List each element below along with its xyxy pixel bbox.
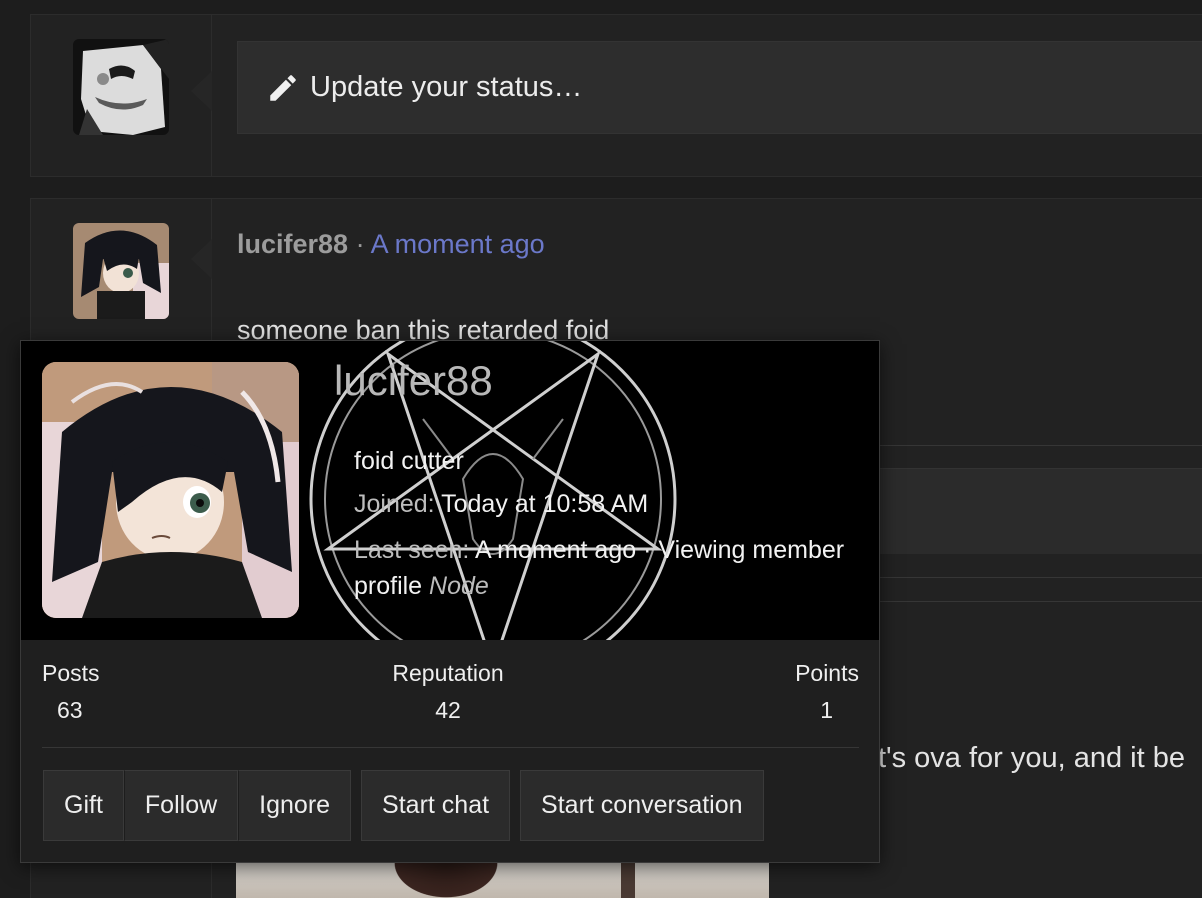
status-placeholder: Update your status… — [310, 71, 583, 103]
joined-value: Today at 10:58 AM — [441, 490, 649, 518]
joined-label: Joined: — [354, 490, 435, 518]
own-avatar[interactable] — [73, 39, 169, 135]
ignore-button[interactable]: Ignore — [238, 770, 352, 841]
stat-reputation[interactable]: Reputation 42 — [388, 660, 508, 724]
post-image-fragment — [236, 863, 769, 898]
post-body-fragment: t's ova for you, and it be — [878, 742, 1185, 774]
chat-action-group: Start chat — [361, 770, 511, 842]
member-stats: Posts 63 Reputation 42 Points 1 — [42, 660, 859, 750]
reputation-value: 42 — [435, 697, 461, 723]
stats-divider — [42, 747, 859, 748]
posts-label: Posts — [42, 660, 100, 686]
post-author-avatar[interactable] — [73, 223, 169, 319]
member-tooltip-card: lucifer88 foid cutter Joined: Today at 1… — [20, 340, 880, 863]
last-seen-label: Last seen: — [354, 536, 470, 564]
divider-line — [850, 601, 1202, 602]
post-meta: lucifer88 · A moment ago — [237, 229, 545, 260]
start-conversation-button[interactable]: Start conversation — [520, 770, 764, 841]
page: Update your status… lucifer88 · A moment… — [0, 0, 1202, 898]
post-time-link[interactable]: A moment ago — [371, 229, 545, 259]
post-author-link[interactable]: lucifer88 — [237, 229, 348, 259]
status-update-input[interactable]: Update your status… — [237, 41, 1202, 134]
status-update-block: Update your status… — [30, 14, 1202, 177]
member-action-group: Gift Follow Ignore — [43, 770, 352, 842]
member-user-title: foid cutter — [354, 447, 464, 475]
member-joined: Joined: Today at 10:58 AM — [354, 490, 648, 519]
post-pointer-arrow — [191, 239, 212, 279]
gift-button[interactable]: Gift — [43, 770, 124, 841]
start-chat-button[interactable]: Start chat — [361, 770, 511, 841]
pencil-icon — [270, 74, 296, 101]
status-pointer-arrow — [191, 71, 212, 111]
member-actions: Gift Follow Ignore Start chat Start conv… — [43, 770, 774, 842]
points-value: 1 — [820, 697, 833, 723]
conversation-action-group: Start conversation — [520, 770, 764, 842]
meta-separator: · — [355, 229, 365, 259]
member-last-seen: Last seen: A moment ago · Viewing member… — [354, 532, 854, 604]
follow-button[interactable]: Follow — [123, 770, 239, 841]
divider-line — [850, 577, 1202, 578]
divider-line — [850, 445, 1202, 446]
profile-banner: lucifer88 foid cutter Joined: Today at 1… — [21, 341, 879, 640]
member-username[interactable]: lucifer88 — [334, 357, 493, 405]
stat-points[interactable]: Points 1 — [795, 660, 859, 724]
member-avatar-large[interactable] — [42, 362, 299, 618]
stat-posts[interactable]: Posts 63 — [42, 660, 100, 724]
avatar-column — [31, 15, 212, 176]
points-label: Points — [795, 660, 859, 686]
last-seen-node: Node — [429, 572, 489, 600]
comment-input-fragment — [850, 468, 1202, 554]
posts-value: 63 — [57, 697, 83, 723]
reputation-label: Reputation — [392, 660, 504, 686]
